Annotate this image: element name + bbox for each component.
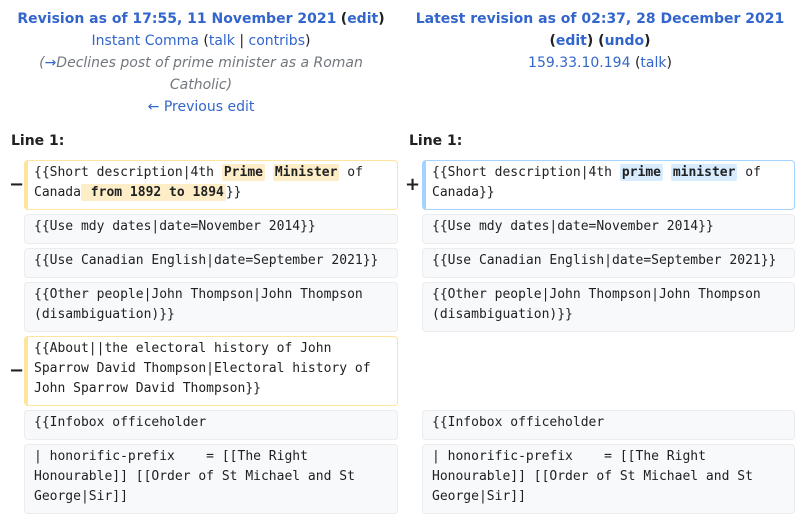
deleted-word: Prime xyxy=(221,164,265,181)
text xyxy=(663,165,671,180)
diff-deleted-line: {{Short description|4th Prime Minister o… xyxy=(24,160,398,210)
latest-revision-link[interactable]: Latest revision as of 02:37, 28 December… xyxy=(416,11,784,27)
new-line-number: Line 1: xyxy=(409,133,463,149)
paren-close: ) xyxy=(304,33,311,49)
new-edit-link[interactable]: edit xyxy=(556,33,587,49)
added-word: minister xyxy=(670,164,738,181)
edit-summary: (→Declines post of prime minister as a R… xyxy=(39,55,363,93)
deleted-word: from 1892 to 1894 xyxy=(80,184,226,201)
removed-marker: − xyxy=(9,360,25,381)
text: }} xyxy=(225,185,242,200)
added-word: prime xyxy=(619,164,663,181)
summary-text: Declines post of prime minister as a Rom… xyxy=(56,55,363,93)
undo-link[interactable]: undo xyxy=(605,33,645,49)
old-revision-link[interactable]: Revision as of 17:55, 11 November 2021 xyxy=(17,11,336,27)
deleted-word: Minister xyxy=(272,164,340,181)
paren-close: ) xyxy=(586,33,594,49)
section-arrow-link[interactable]: → xyxy=(45,55,57,71)
new-revision-header: Latest revision as of 02:37, 28 December… xyxy=(409,8,791,74)
old-edit-link[interactable]: edit xyxy=(347,11,378,27)
diff-context-line: {{Infobox officeholder xyxy=(24,410,398,440)
text: {{Short description|4th xyxy=(34,165,222,180)
diff-added-line: {{Short description|4th prime minister o… xyxy=(422,160,795,210)
diff-context-line: {{Use mdy dates|date=November 2014}} xyxy=(24,214,398,244)
old-line-number: Line 1: xyxy=(11,133,65,149)
old-contribs-link[interactable]: contribs xyxy=(249,33,305,49)
old-user-link[interactable]: Instant Comma xyxy=(92,33,199,49)
diff-context-line: {{Other people|John Thompson|John Thomps… xyxy=(24,282,398,332)
diff-deleted-line: {{About||the electoral history of John S… xyxy=(24,336,398,406)
diff-context-line: | honorific-prefix = [[The Right Honoura… xyxy=(422,444,795,514)
diff-context-line: | honorific-prefix = [[The Right Honoura… xyxy=(24,444,398,514)
previous-edit-link[interactable]: ← Previous edit xyxy=(148,99,255,115)
new-talk-link[interactable]: talk xyxy=(640,55,666,71)
separator: | xyxy=(239,33,245,49)
text: {{Short description|4th xyxy=(432,165,620,180)
paren-close: ) xyxy=(644,33,651,49)
diff-context-line: {{Other people|John Thompson|John Thomps… xyxy=(422,282,795,332)
old-revision-header: Revision as of 17:55, 11 November 2021 (… xyxy=(10,8,392,118)
diff-context-line: {{Use Canadian English|date=September 20… xyxy=(24,248,398,278)
paren-close: ) xyxy=(666,55,672,71)
diff-context-line: {{Use Canadian English|date=September 20… xyxy=(422,248,795,278)
text xyxy=(265,165,273,180)
diff-context-line: {{Infobox officeholder xyxy=(422,410,795,440)
new-user-link[interactable]: 159.33.10.194 xyxy=(528,55,630,71)
added-marker: + xyxy=(405,174,421,195)
paren-close: ) xyxy=(378,11,385,27)
removed-marker: − xyxy=(9,174,25,195)
old-talk-link[interactable]: talk xyxy=(209,33,235,49)
diff-context-line: {{Use mdy dates|date=November 2014}} xyxy=(422,214,795,244)
